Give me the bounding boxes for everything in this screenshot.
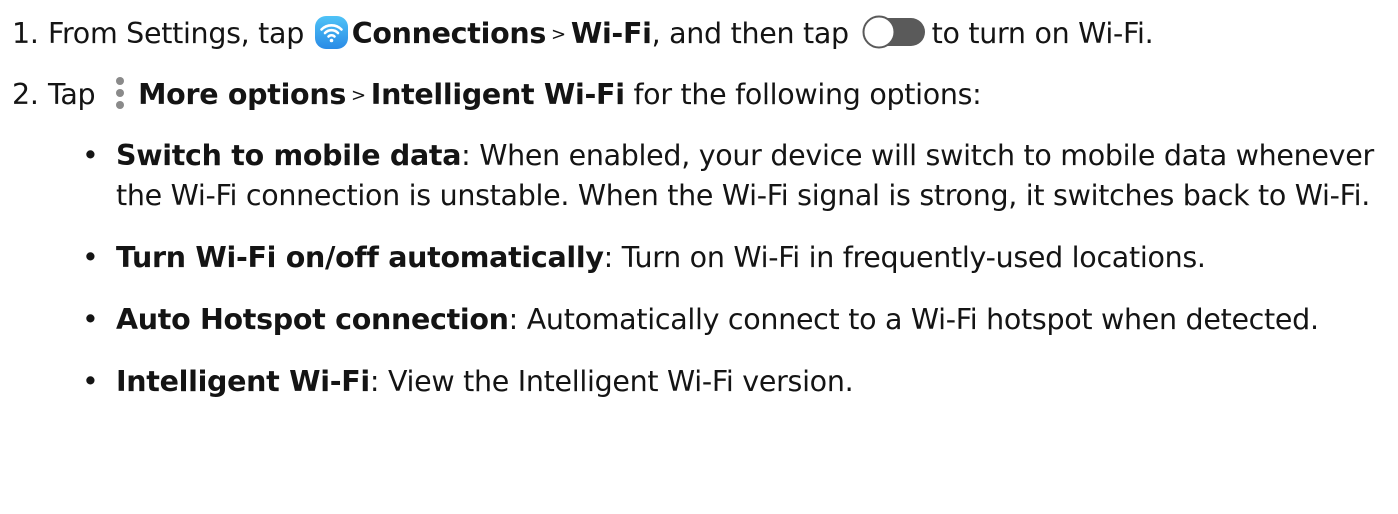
wifi-label: Wi-Fi <box>570 17 652 50</box>
step-1: 1. From Settings, tap Connections > Wi-Fi, … <box>0 14 1154 58</box>
bullet-dot: • <box>82 241 99 274</box>
step-2: 2. Tap More options > Intelligent Wi-Fi for… <box>0 75 982 119</box>
separator: > <box>551 24 566 45</box>
option-title: Switch to mobile data <box>116 139 462 172</box>
step-number: 1. <box>12 17 39 50</box>
list-item: • Switch to mobile data: When enabled, y… <box>76 136 1394 216</box>
instructions-page: 1. From Settings, tap Connections > Wi-Fi, … <box>0 0 1398 514</box>
list-item: • Intelligent Wi-Fi: View the Intelligen… <box>76 362 1394 402</box>
list-item: • Auto Hotspot connection: Automatically… <box>76 300 1394 340</box>
option-title: Auto Hotspot connection <box>116 303 509 336</box>
step-text: to turn on Wi-Fi. <box>931 17 1154 50</box>
step-text: From Settings, tap <box>48 17 305 50</box>
option-description: : Automatically connect to a Wi-Fi hotsp… <box>508 303 1319 336</box>
connections-label: Connections <box>351 17 547 50</box>
step-number: 2. <box>12 78 39 111</box>
option-title: Intelligent Wi-Fi <box>116 365 370 398</box>
step-text: for the following options: <box>633 78 982 111</box>
more-options-icon <box>116 77 125 109</box>
list-item: • Turn Wi-Fi on/off automatically: Turn … <box>76 238 1394 278</box>
option-description: : Turn on Wi-Fi in frequently-used locat… <box>603 241 1206 274</box>
bullet-dot: • <box>82 365 99 398</box>
toggle-switch-icon <box>862 15 925 49</box>
option-title: Turn Wi-Fi on/off automatically <box>116 241 604 274</box>
options-list: • Switch to mobile data: When enabled, y… <box>76 136 1394 424</box>
bullet-dot: • <box>82 139 99 172</box>
step-text: , and then tap <box>651 17 850 50</box>
wifi-icon <box>314 15 348 49</box>
more-options-label: More options <box>138 78 346 111</box>
separator: > <box>350 85 366 106</box>
intelligent-wifi-label: Intelligent Wi-Fi <box>370 78 625 111</box>
bullet-dot: • <box>82 303 99 336</box>
option-description: : View the Intelligent Wi-Fi version. <box>369 365 854 398</box>
step-text: Tap <box>48 78 96 111</box>
